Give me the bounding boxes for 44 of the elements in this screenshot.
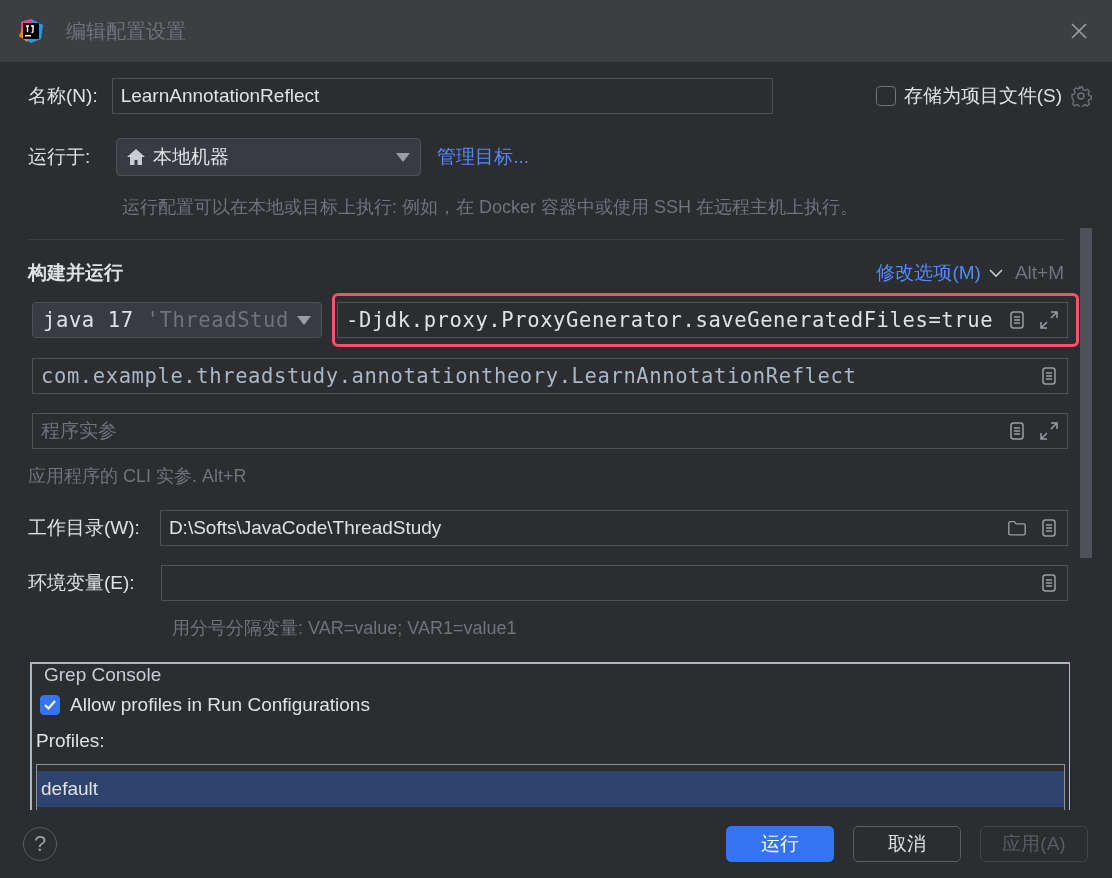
field-label: Profiles:: [36, 730, 106, 752]
settings-icon[interactable]: [1070, 85, 1092, 107]
document-icon[interactable]: [1039, 518, 1059, 538]
checkbox[interactable]: [875, 86, 896, 106]
document-icon[interactable]: [1007, 421, 1027, 441]
dialog-button[interactable]: 取消: [853, 826, 961, 862]
caret-icon: [396, 152, 411, 162]
dialog-button[interactable]: 运行: [726, 826, 834, 862]
expand-icon[interactable]: [1039, 421, 1059, 441]
field-label: 名称(N):: [28, 84, 98, 108]
working-directory-field[interactable]: D:\Softs\JavaCode\ThreadStudy: [159, 510, 1068, 546]
close-icon[interactable]: [1070, 22, 1088, 40]
field-label: 运行于:: [28, 145, 91, 169]
hint-text: 用分号分隔变量: VAR=value; VAR1=value1: [172, 617, 518, 640]
section-title: 构建并运行: [28, 261, 124, 285]
window-title: 编辑配置设置: [66, 18, 187, 44]
manage-targets-link[interactable]: 管理目标...: [437, 144, 530, 170]
hint-text: 应用程序的 CLI 实参. Alt+R: [28, 465, 248, 488]
scrollbar[interactable]: [1080, 228, 1092, 558]
environment-variables-field[interactable]: [160, 565, 1068, 601]
chevron-down-icon: [988, 268, 1003, 278]
app-logo-icon: [18, 18, 44, 44]
caret-icon: [297, 315, 311, 325]
jdk-dropdown[interactable]: java 17 'ThreadStud: [32, 302, 322, 338]
checkbox-label: 存储为项目文件(S): [903, 84, 1062, 108]
modify-options-link[interactable]: 修改选项(M): [876, 260, 981, 286]
checkbox-label: Allow profiles in Run Configurations: [70, 694, 370, 716]
folder-icon[interactable]: [1007, 518, 1027, 538]
hint-text: 运行配置可以在本地或目标上执行: 例如，在 Docker 容器中或使用 SSH 在远程主机上执行。: [122, 196, 860, 219]
expand-icon[interactable]: [1039, 310, 1059, 330]
vm-options-field[interactable]: -Djdk.proxy.ProxyGenerator.saveGeneratedFiles=true: [337, 302, 1068, 338]
main-class-field[interactable]: com.example.threadstudy.annotationtheory.LearnAnnotationReflect: [32, 358, 1068, 394]
shortcut-text: Alt+M: [1014, 262, 1064, 284]
house-icon: [127, 149, 146, 165]
list-item[interactable]: default: [37, 771, 1064, 807]
checkmark-icon: [43, 698, 57, 712]
document-icon[interactable]: [1039, 366, 1059, 386]
document-icon[interactable]: [1007, 310, 1027, 330]
target-dropdown[interactable]: 本地机器: [116, 138, 422, 176]
document-icon[interactable]: [1039, 573, 1059, 593]
field-label: 工作目录(W):: [28, 516, 140, 540]
checkbox[interactable]: [40, 695, 60, 715]
name-input[interactable]: LearnAnnotationReflect: [111, 78, 773, 114]
field-label: 环境变量(E):: [28, 571, 135, 595]
